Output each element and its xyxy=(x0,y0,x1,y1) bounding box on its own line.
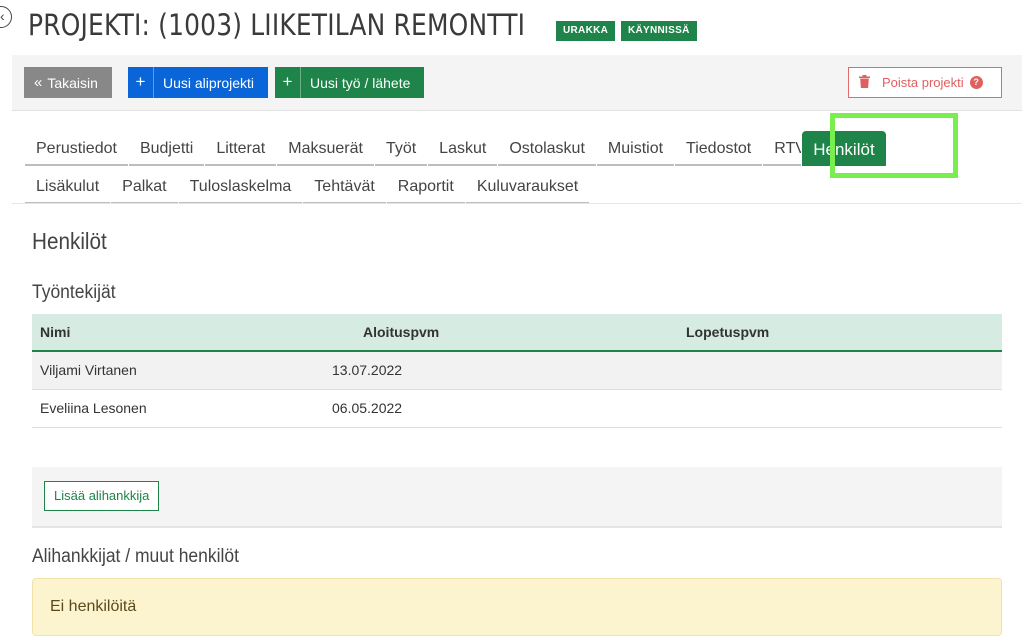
tab-rtv[interactable]: RTV xyxy=(763,131,802,166)
tab-lisakulut[interactable]: Lisäkulut xyxy=(25,169,111,204)
employee-start-date: 06.05.2022 xyxy=(332,389,652,428)
back-circle-icon[interactable]: ‹ xyxy=(0,6,12,28)
tab-palkat[interactable]: Palkat xyxy=(111,169,178,204)
tab-muistiot[interactable]: Muistiot xyxy=(596,131,675,166)
new-subproject-button[interactable]: + Uusi aliprojekti xyxy=(128,67,268,98)
subcontractors-title: Alihankkijat / muut henkilöt xyxy=(32,546,239,567)
tab-perustiedot[interactable]: Perustiedot xyxy=(25,131,128,166)
tab-tehtavat[interactable]: Tehtävät xyxy=(303,169,386,204)
employees-table: Nimi Aloituspvm Lopetuspvm Viljami Virta… xyxy=(32,314,1002,428)
table-row[interactable]: Viljami Virtanen 13.07.2022 xyxy=(32,351,1002,390)
subcontractor-panel: Lisää alihankkija xyxy=(32,467,1002,528)
table-header-row: Nimi Aloituspvm Lopetuspvm xyxy=(32,314,1002,352)
employee-name: Viljami Virtanen xyxy=(32,351,332,390)
column-header-name[interactable]: Nimi xyxy=(32,314,332,352)
employees-title: Työntekijät xyxy=(32,282,116,303)
add-subcontractor-button[interactable]: Lisää alihankkija xyxy=(44,481,160,511)
plus-icon: + xyxy=(275,67,301,98)
tabs-row-2: Lisäkulut Palkat Tuloslaskelma Tehtävät … xyxy=(25,169,590,204)
tabs-row-1: Perustiedot Budjetti Litterat Maksuerät … xyxy=(25,131,887,166)
tab-tuloslaskelma[interactable]: Tuloslaskelma xyxy=(178,169,303,204)
section-title: Henkilöt xyxy=(32,228,107,254)
tab-highlight-box xyxy=(830,113,958,178)
tab-budjetti[interactable]: Budjetti xyxy=(128,131,205,166)
new-subproject-label: Uusi aliprojekti xyxy=(163,74,255,91)
employee-name: Eveliina Lesonen xyxy=(32,389,332,428)
type-badge: URAKKA xyxy=(556,21,616,41)
employee-start-date: 13.07.2022 xyxy=(332,351,652,390)
status-badge: KÄYNNISSÄ xyxy=(621,21,697,41)
back-button[interactable]: « Takaisin xyxy=(24,67,112,98)
tab-maksuerat[interactable]: Maksuerät xyxy=(277,131,374,166)
back-button-label: Takaisin xyxy=(47,74,98,91)
plus-icon: + xyxy=(128,67,154,98)
table-row[interactable]: Eveliina Lesonen 06.05.2022 xyxy=(32,389,1002,428)
tab-tyot[interactable]: Työt xyxy=(374,131,428,166)
new-work-label: Uusi työ / lähete xyxy=(310,74,411,91)
double-chevron-left-icon: « xyxy=(34,74,43,91)
empty-alert: Ei henkilöitä xyxy=(32,578,1002,636)
page-title: PROJEKTI: (1003) LIIKETILAN REMONTTI xyxy=(28,8,526,42)
help-icon[interactable]: ? xyxy=(969,76,983,89)
tab-ostolaskut[interactable]: Ostolaskut xyxy=(498,131,596,166)
tab-litterat[interactable]: Litterat xyxy=(205,131,277,166)
new-work-button[interactable]: + Uusi työ / lähete xyxy=(275,67,424,98)
employee-end-date xyxy=(652,351,1002,390)
delete-project-button[interactable]: Poista projekti ? xyxy=(848,67,1002,98)
column-header-end[interactable]: Lopetuspvm xyxy=(652,314,1002,352)
column-header-start[interactable]: Aloituspvm xyxy=(332,314,652,352)
toolbar: « Takaisin + Uusi aliprojekti + Uusi työ… xyxy=(12,55,1022,111)
delete-project-label: Poista projekti xyxy=(882,75,964,90)
tab-kuluvaraukset[interactable]: Kuluvaraukset xyxy=(465,169,590,204)
employee-end-date xyxy=(652,389,1002,428)
tab-laskut[interactable]: Laskut xyxy=(428,131,498,166)
tab-tiedostot[interactable]: Tiedostot xyxy=(675,131,763,166)
trash-icon xyxy=(859,74,870,91)
tabs-divider xyxy=(12,203,1022,204)
tab-raportit[interactable]: Raportit xyxy=(386,169,465,204)
